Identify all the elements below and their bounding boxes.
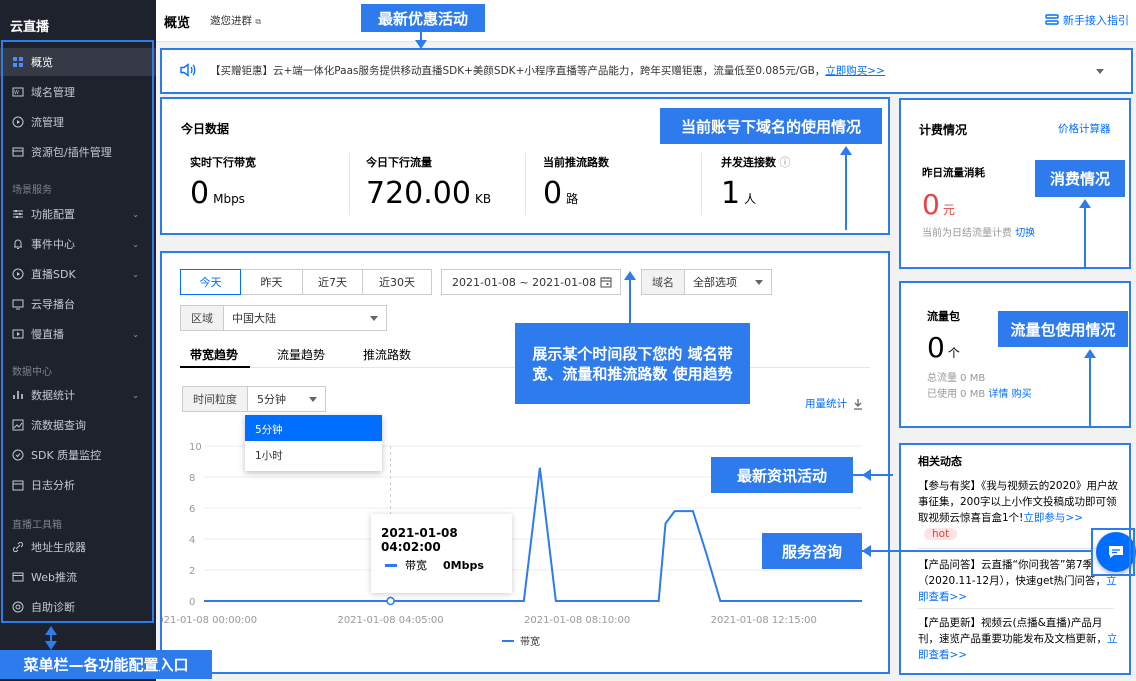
- menu-annotation-frame: [1, 40, 154, 623]
- traffic-package-annotation-frame: [899, 281, 1131, 428]
- invite-label: 邀您进群: [210, 15, 252, 27]
- news-annotation-label: 最新资讯活动: [711, 457, 853, 493]
- guide-icon: [1045, 14, 1059, 25]
- promo-annotation-label: 最新优惠活动: [361, 4, 485, 32]
- traffic-package-annotation-label: 流量包使用情况: [998, 311, 1128, 347]
- trend-annotation-label: 展示某个时间段下您的 域名带宽、流量和推流路数 使用趋势: [515, 323, 750, 404]
- domain-usage-annotation-label: 当前账号下域名的使用情况: [660, 108, 882, 144]
- qrcode-icon: ⧉: [255, 17, 262, 26]
- service-annotation-label: 服务咨询: [762, 533, 862, 569]
- app-logo: 云直播: [10, 20, 50, 35]
- date-range-tab[interactable]: 今天: [180, 269, 241, 295]
- promo-annotation-frame: [160, 48, 1133, 94]
- invite-link[interactable]: 邀您进群 ⧉: [210, 13, 261, 28]
- guide-label: 新手接入指引: [1063, 14, 1129, 27]
- page-header: 概览 邀您进群 ⧉ 新手接入指引: [156, 0, 1136, 42]
- page-title: 概览: [164, 16, 191, 31]
- trend-annotation-text: 展示某个时间段下您的 域名带宽、流量和推流路数 使用趋势: [532, 344, 733, 383]
- consumption-annotation-label: 消费情况: [1035, 160, 1125, 197]
- service-annotation-frame: [1091, 528, 1135, 576]
- guide-link[interactable]: 新手接入指引: [1045, 12, 1129, 28]
